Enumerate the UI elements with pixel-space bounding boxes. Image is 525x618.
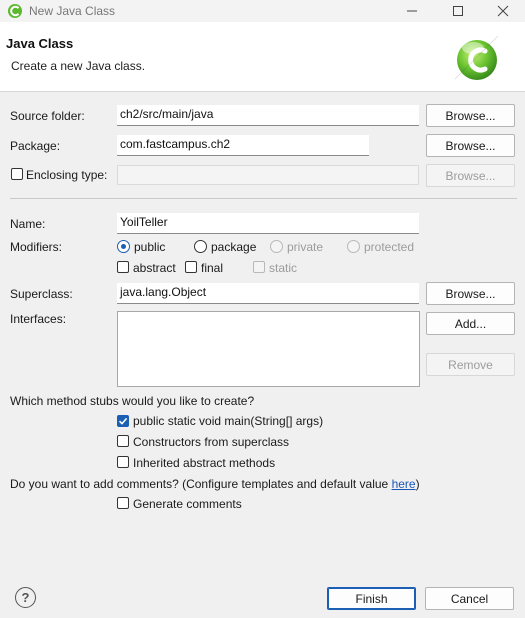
generate-comments-checkbox[interactable] [117, 497, 129, 509]
eclipse-app-icon [8, 4, 22, 18]
source-folder-browse-button[interactable]: Browse... [426, 104, 515, 127]
checkmark-icon [118, 417, 128, 425]
modifier-protected-label: protected [364, 240, 415, 254]
modifiers-label: Modifiers: [10, 240, 63, 254]
help-button[interactable]: ? [15, 587, 36, 608]
modifier-final-label: final [201, 261, 224, 275]
wizard-description: Create a new Java class. [11, 59, 146, 73]
superclass-field[interactable]: java.lang.Object [117, 283, 419, 304]
enclosing-type-label: Enclosing type: [26, 168, 108, 182]
enclosing-type-checkbox[interactable] [11, 168, 23, 180]
modifier-private-label: private [287, 240, 324, 254]
separator [10, 198, 517, 199]
modifier-package-radio[interactable] [194, 240, 207, 253]
stub-main-checkbox[interactable] [117, 415, 129, 427]
package-browse-button[interactable]: Browse... [426, 134, 515, 157]
stub-inherited-checkbox[interactable] [117, 456, 129, 468]
interfaces-label: Interfaces: [10, 312, 67, 326]
superclass-browse-button[interactable]: Browse... [426, 282, 515, 305]
comments-question-text: Do you want to add comments? (Configure … [10, 477, 392, 491]
help-icon: ? [21, 590, 30, 605]
maximize-button[interactable] [435, 0, 481, 22]
title-bar: New Java Class [0, 0, 525, 22]
source-folder-label: Source folder: [10, 109, 85, 123]
interfaces-remove-button[interactable]: Remove [426, 353, 515, 376]
modifier-private-radio[interactable] [270, 240, 283, 253]
modifier-final-checkbox[interactable] [185, 261, 197, 273]
enclosing-type-browse-button[interactable]: Browse... [426, 164, 515, 187]
interfaces-add-button[interactable]: Add... [426, 312, 515, 335]
enclosing-type-field[interactable] [117, 165, 419, 185]
close-icon [497, 5, 509, 17]
modifier-package-label: package [211, 240, 257, 254]
method-stubs-question: Which method stubs would you like to cre… [10, 394, 255, 408]
package-field[interactable]: com.fastcampus.ch2 [117, 135, 369, 156]
stub-constructors-checkbox[interactable] [117, 435, 129, 447]
cancel-button[interactable]: Cancel [425, 587, 514, 610]
generate-comments-label: Generate comments [133, 497, 242, 511]
maximize-icon [453, 6, 463, 16]
comments-question: Do you want to add comments? (Configure … [10, 477, 420, 491]
source-folder-field[interactable]: ch2/src/main/java [117, 105, 419, 126]
package-label: Package: [10, 139, 61, 153]
configure-templates-link[interactable]: here [392, 477, 416, 491]
window-title: New Java Class [29, 4, 116, 18]
modifier-public-radio[interactable] [117, 240, 130, 253]
modifier-public-label: public [134, 240, 166, 254]
stub-main-label: public static void main(String[] args) [133, 414, 324, 428]
stub-inherited-label: Inherited abstract methods [133, 456, 276, 470]
finish-button[interactable]: Finish [327, 587, 416, 610]
comments-question-close: ) [415, 477, 420, 491]
interfaces-list[interactable] [117, 311, 420, 387]
minimize-icon [407, 10, 417, 12]
modifier-abstract-label: abstract [133, 261, 176, 275]
name-label: Name: [10, 217, 46, 231]
modifier-static-checkbox[interactable] [253, 261, 265, 273]
superclass-label: Superclass: [10, 287, 73, 301]
new-class-wizard-icon [454, 35, 499, 80]
wizard-title: Java Class [6, 36, 74, 51]
stub-constructors-label: Constructors from superclass [133, 435, 290, 449]
wizard-header: Java Class Create a new Java class. [0, 22, 525, 92]
modifier-protected-radio[interactable] [347, 240, 360, 253]
modifier-abstract-checkbox[interactable] [117, 261, 129, 273]
modifier-static-label: static [269, 261, 298, 275]
close-button[interactable] [480, 0, 525, 22]
minimize-button[interactable] [389, 0, 435, 22]
class-name-field[interactable]: YoilTeller [117, 213, 419, 234]
